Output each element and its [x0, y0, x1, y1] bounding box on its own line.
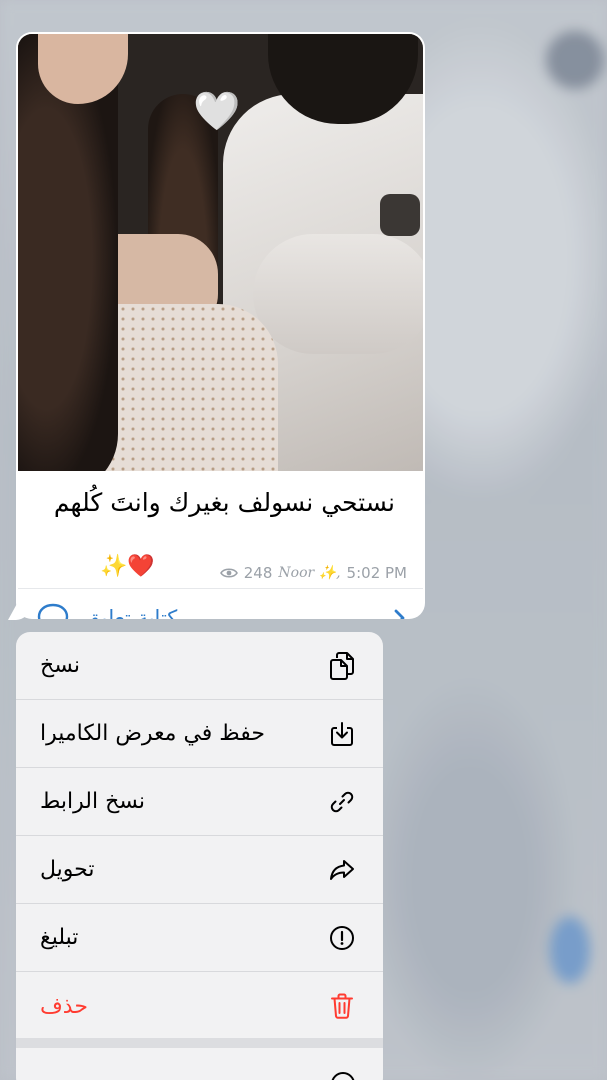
comment-button[interactable]: كتابة تعليق [36, 598, 407, 619]
photo-watch [380, 194, 420, 236]
trash-icon [327, 991, 357, 1021]
menu-item-label: حفظ في معرض الكاميرا [40, 721, 265, 746]
copy-icon [327, 651, 357, 681]
menu-item-label: حذف [40, 993, 88, 1019]
menu-item-save-to-gallery[interactable]: حفظ في معرض الكاميرا [16, 700, 383, 768]
link-icon [327, 787, 357, 817]
comment-bubble-icon [37, 603, 69, 619]
menu-item-delete[interactable]: حذف [16, 972, 383, 1040]
menu-item-label: نسخ الرابط [40, 789, 146, 814]
chevron-right-icon [394, 609, 405, 619]
author-signature: Noor ✨, [278, 565, 341, 581]
message-bubble[interactable]: 🤍 نستحي نسولف بغيرك وانتَ كُلهم ✨❤️ 248 … [16, 32, 425, 619]
photo-arm [253, 234, 423, 354]
eye-icon [219, 568, 238, 578]
menu-item-forward[interactable]: تحويل [16, 836, 383, 904]
menu-item-label: نسخ [40, 653, 80, 678]
menu-item-partial[interactable] [40, 1062, 357, 1080]
message-caption: نستحي نسولف بغيرك وانتَ كُلهم [53, 488, 395, 517]
menu-item-copy[interactable]: نسخ [16, 632, 383, 700]
comment-label: كتابة تعليق [84, 606, 178, 619]
menu-section-separator [16, 1038, 383, 1048]
bubble-divider [18, 588, 423, 589]
menu-item-label: تبليغ [40, 925, 79, 950]
context-menu: نسخ حفظ في معرض الكاميرا نسخ الرابط تحوي… [16, 632, 383, 1080]
save-to-gallery-icon [327, 719, 357, 749]
white-heart-icon: 🤍 [193, 89, 241, 133]
menu-item-label: تحويل [40, 857, 95, 882]
forward-icon [327, 855, 357, 885]
caption-emoji: ✨❤️ [100, 554, 155, 579]
menu-item-copy-link[interactable]: نسخ الرابط [16, 768, 383, 836]
menu-item-report[interactable]: تبليغ [16, 904, 383, 972]
report-icon [327, 923, 357, 953]
message-meta: 248 Noor ✨, 5:02 PM [219, 564, 407, 582]
message-time: 5:02 PM [346, 564, 407, 582]
view-count: 248 [243, 564, 273, 582]
message-photo[interactable]: 🤍 [18, 34, 423, 471]
partial-icon [329, 1066, 357, 1080]
